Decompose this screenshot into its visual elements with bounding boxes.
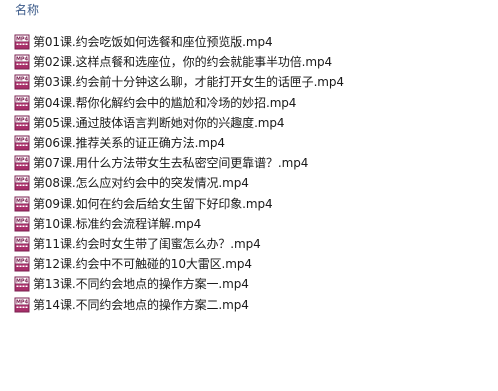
svg-text:MP4: MP4 bbox=[16, 97, 29, 103]
file-name: 第08课.怎么应对约会中的突发情况.mp4 bbox=[33, 176, 249, 191]
file-row-06[interactable]: MP4 第06课.推荐关系的证正确方法.mp4 bbox=[14, 133, 484, 153]
file-row-12[interactable]: MP4 第12课.约会中不可触碰的10大雷区.mp4 bbox=[14, 254, 484, 274]
file-name: 第12课.约会中不可触碰的10大雷区.mp4 bbox=[33, 257, 252, 272]
file-name: 第04课.帮你化解约会中的尴尬和冷场的妙招.mp4 bbox=[33, 95, 297, 110]
file-row-10[interactable]: MP4 第10课.标准约会流程详解.mp4 bbox=[14, 214, 484, 234]
file-list: MP4 第01课.约会吃饭如何选餐和座位预览版.mp4 MP4 第02课.这样点… bbox=[14, 32, 484, 315]
svg-text:MP4: MP4 bbox=[16, 198, 29, 204]
file-row-11[interactable]: MP4 第11课.约会时女生带了闺蜜怎么办？.mp4 bbox=[14, 234, 484, 254]
mp4-file-icon: MP4 bbox=[14, 175, 30, 191]
file-row-09[interactable]: MP4 第09课.如何在约会后给女生留下好印象.mp4 bbox=[14, 194, 484, 214]
file-name: 第13课.不同约会地点的操作方案一.mp4 bbox=[33, 277, 249, 292]
file-row-13[interactable]: MP4 第13课.不同约会地点的操作方案一.mp4 bbox=[14, 274, 484, 294]
file-name: 第09课.如何在约会后给女生留下好印象.mp4 bbox=[33, 196, 273, 211]
svg-text:MP4: MP4 bbox=[16, 36, 29, 42]
mp4-file-icon: MP4 bbox=[14, 135, 30, 151]
svg-text:MP4: MP4 bbox=[16, 158, 29, 164]
svg-text:MP4: MP4 bbox=[16, 178, 29, 184]
mp4-file-icon: MP4 bbox=[14, 297, 30, 313]
file-name: 第10课.标准约会流程详解.mp4 bbox=[33, 216, 202, 231]
file-row-01[interactable]: MP4 第01课.约会吃饭如何选餐和座位预览版.mp4 bbox=[14, 32, 484, 52]
file-name: 第01课.约会吃饭如何选餐和座位预览版.mp4 bbox=[33, 35, 273, 50]
svg-text:MP4: MP4 bbox=[16, 117, 29, 123]
file-name: 第07课.用什么方法带女生去私密空间更靠谱？.mp4 bbox=[33, 156, 309, 171]
file-row-03[interactable]: MP4 第03课.约会前十分钟这么聊，才能打开女生的话匣子.mp4 bbox=[14, 72, 484, 92]
mp4-file-icon: MP4 bbox=[14, 115, 30, 131]
column-header[interactable]: 名称 bbox=[0, 0, 498, 22]
file-name: 第14课.不同约会地点的操作方案二.mp4 bbox=[33, 297, 249, 312]
svg-text:MP4: MP4 bbox=[16, 137, 29, 143]
mp4-file-icon: MP4 bbox=[14, 276, 30, 292]
svg-text:MP4: MP4 bbox=[16, 259, 29, 265]
file-name: 第05课.通过肢体语言判断她对你的兴趣度.mp4 bbox=[33, 115, 285, 130]
name-column-label: 名称 bbox=[15, 3, 40, 17]
svg-text:MP4: MP4 bbox=[16, 238, 29, 244]
file-name: 第11课.约会时女生带了闺蜜怎么办？.mp4 bbox=[33, 236, 261, 251]
file-row-05[interactable]: MP4 第05课.通过肢体语言判断她对你的兴趣度.mp4 bbox=[14, 113, 484, 133]
file-name: 第02课.这样点餐和选座位，你的约会就能事半功倍.mp4 bbox=[33, 55, 333, 70]
mp4-file-icon: MP4 bbox=[14, 256, 30, 272]
file-row-08[interactable]: MP4 第08课.怎么应对约会中的突发情况.mp4 bbox=[14, 173, 484, 193]
mp4-file-icon: MP4 bbox=[14, 95, 30, 111]
file-name: 第03课.约会前十分钟这么聊，才能打开女生的话匣子.mp4 bbox=[33, 75, 344, 90]
svg-text:MP4: MP4 bbox=[16, 279, 29, 285]
mp4-file-icon: MP4 bbox=[14, 54, 30, 70]
mp4-file-icon: MP4 bbox=[14, 236, 30, 252]
mp4-file-icon: MP4 bbox=[14, 196, 30, 212]
svg-text:MP4: MP4 bbox=[16, 57, 29, 63]
file-name: 第06课.推荐关系的证正确方法.mp4 bbox=[33, 136, 225, 151]
mp4-file-icon: MP4 bbox=[14, 155, 30, 171]
file-row-07[interactable]: MP4 第07课.用什么方法带女生去私密空间更靠谱？.mp4 bbox=[14, 153, 484, 173]
mp4-file-icon: MP4 bbox=[14, 216, 30, 232]
svg-text:MP4: MP4 bbox=[16, 218, 29, 224]
svg-text:MP4: MP4 bbox=[16, 299, 29, 305]
file-row-02[interactable]: MP4 第02课.这样点餐和选座位，你的约会就能事半功倍.mp4 bbox=[14, 52, 484, 72]
mp4-file-icon: MP4 bbox=[14, 34, 30, 50]
mp4-file-icon: MP4 bbox=[14, 74, 30, 90]
svg-text:MP4: MP4 bbox=[16, 77, 29, 83]
file-row-14[interactable]: MP4 第14课.不同约会地点的操作方案二.mp4 bbox=[14, 294, 484, 314]
file-row-04[interactable]: MP4 第04课.帮你化解约会中的尴尬和冷场的妙招.mp4 bbox=[14, 93, 484, 113]
